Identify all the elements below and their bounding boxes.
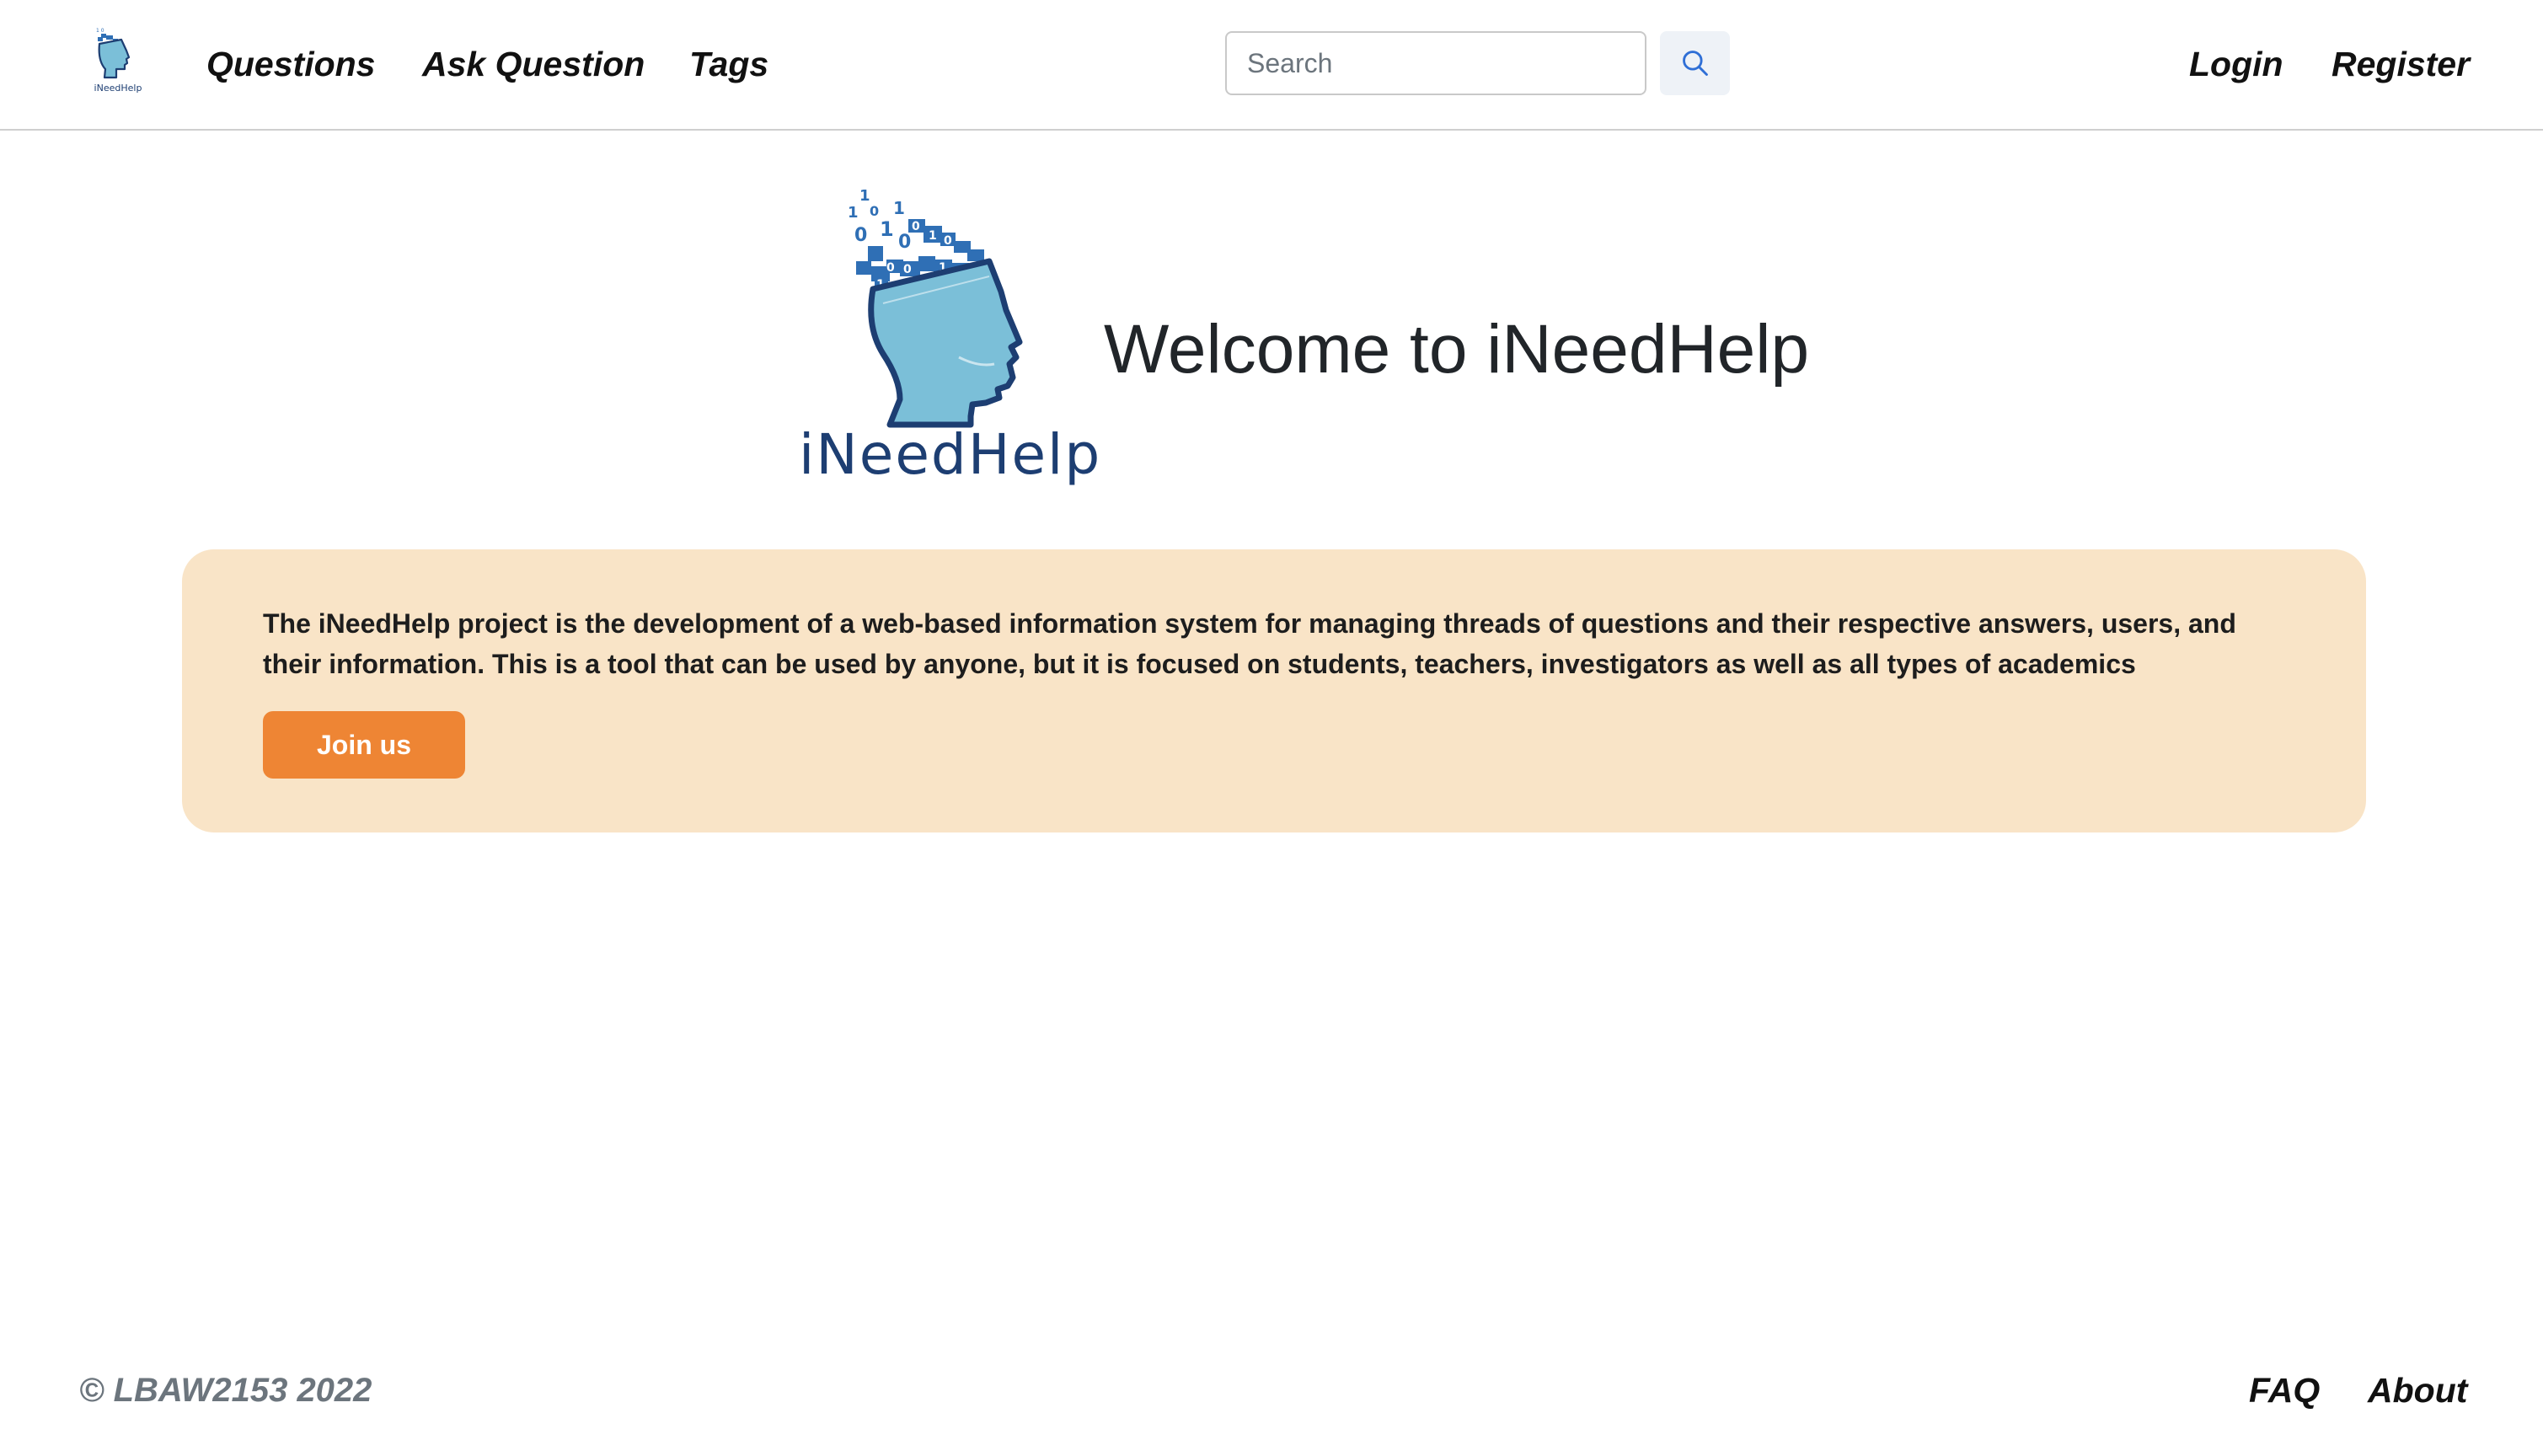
intro-card: The iNeedHelp project is the development… xyxy=(182,549,2366,832)
search-icon xyxy=(1682,51,1708,76)
footer-link-faq[interactable]: FAQ xyxy=(2249,1365,2320,1416)
svg-text:1: 1 xyxy=(880,217,894,241)
nav-link-tags[interactable]: Tags xyxy=(689,39,768,89)
intro-description: The iNeedHelp project is the development… xyxy=(263,608,2236,679)
page: 1 0 iNeedHelp Questions Ask Question Tag… xyxy=(0,0,2543,1456)
copyright-text: © LBAW2153 2022 xyxy=(79,1372,372,1409)
footer-link-about[interactable]: About xyxy=(2368,1365,2467,1416)
svg-text:1: 1 xyxy=(859,187,870,205)
hero-logo-text: iNeedHelp xyxy=(799,422,1102,487)
svg-text:0: 0 xyxy=(944,234,952,248)
brand-logo-text: iNeedHelp xyxy=(94,83,142,94)
svg-text:1: 1 xyxy=(848,204,859,222)
brand-logo-icon: 1 0 iNeedHelp xyxy=(94,28,142,94)
nav-link-questions[interactable]: Questions xyxy=(206,39,375,89)
join-us-button[interactable]: Join us xyxy=(263,711,465,779)
register-link[interactable]: Register xyxy=(2332,39,2470,89)
svg-text:0: 0 xyxy=(898,232,911,253)
svg-text:0: 0 xyxy=(903,263,912,276)
nav-link-ask-question[interactable]: Ask Question xyxy=(422,39,645,89)
brand-logo-link[interactable]: 1 0 iNeedHelp xyxy=(83,25,153,96)
svg-text:1: 1 xyxy=(929,229,937,243)
svg-text:0: 0 xyxy=(886,261,895,275)
page-title: Welcome to iNeedHelp xyxy=(1104,311,1810,388)
svg-text:0: 0 xyxy=(870,203,879,219)
search-button[interactable] xyxy=(1660,31,1730,95)
search-input[interactable] xyxy=(1225,31,1646,95)
svg-text:1 0: 1 0 xyxy=(96,28,104,34)
svg-text:1: 1 xyxy=(893,198,905,218)
svg-text:0: 0 xyxy=(854,225,867,246)
svg-text:0: 0 xyxy=(912,220,920,233)
login-link[interactable]: Login xyxy=(2189,39,2283,89)
top-navbar: 1 0 iNeedHelp Questions Ask Question Tag… xyxy=(0,0,2543,131)
